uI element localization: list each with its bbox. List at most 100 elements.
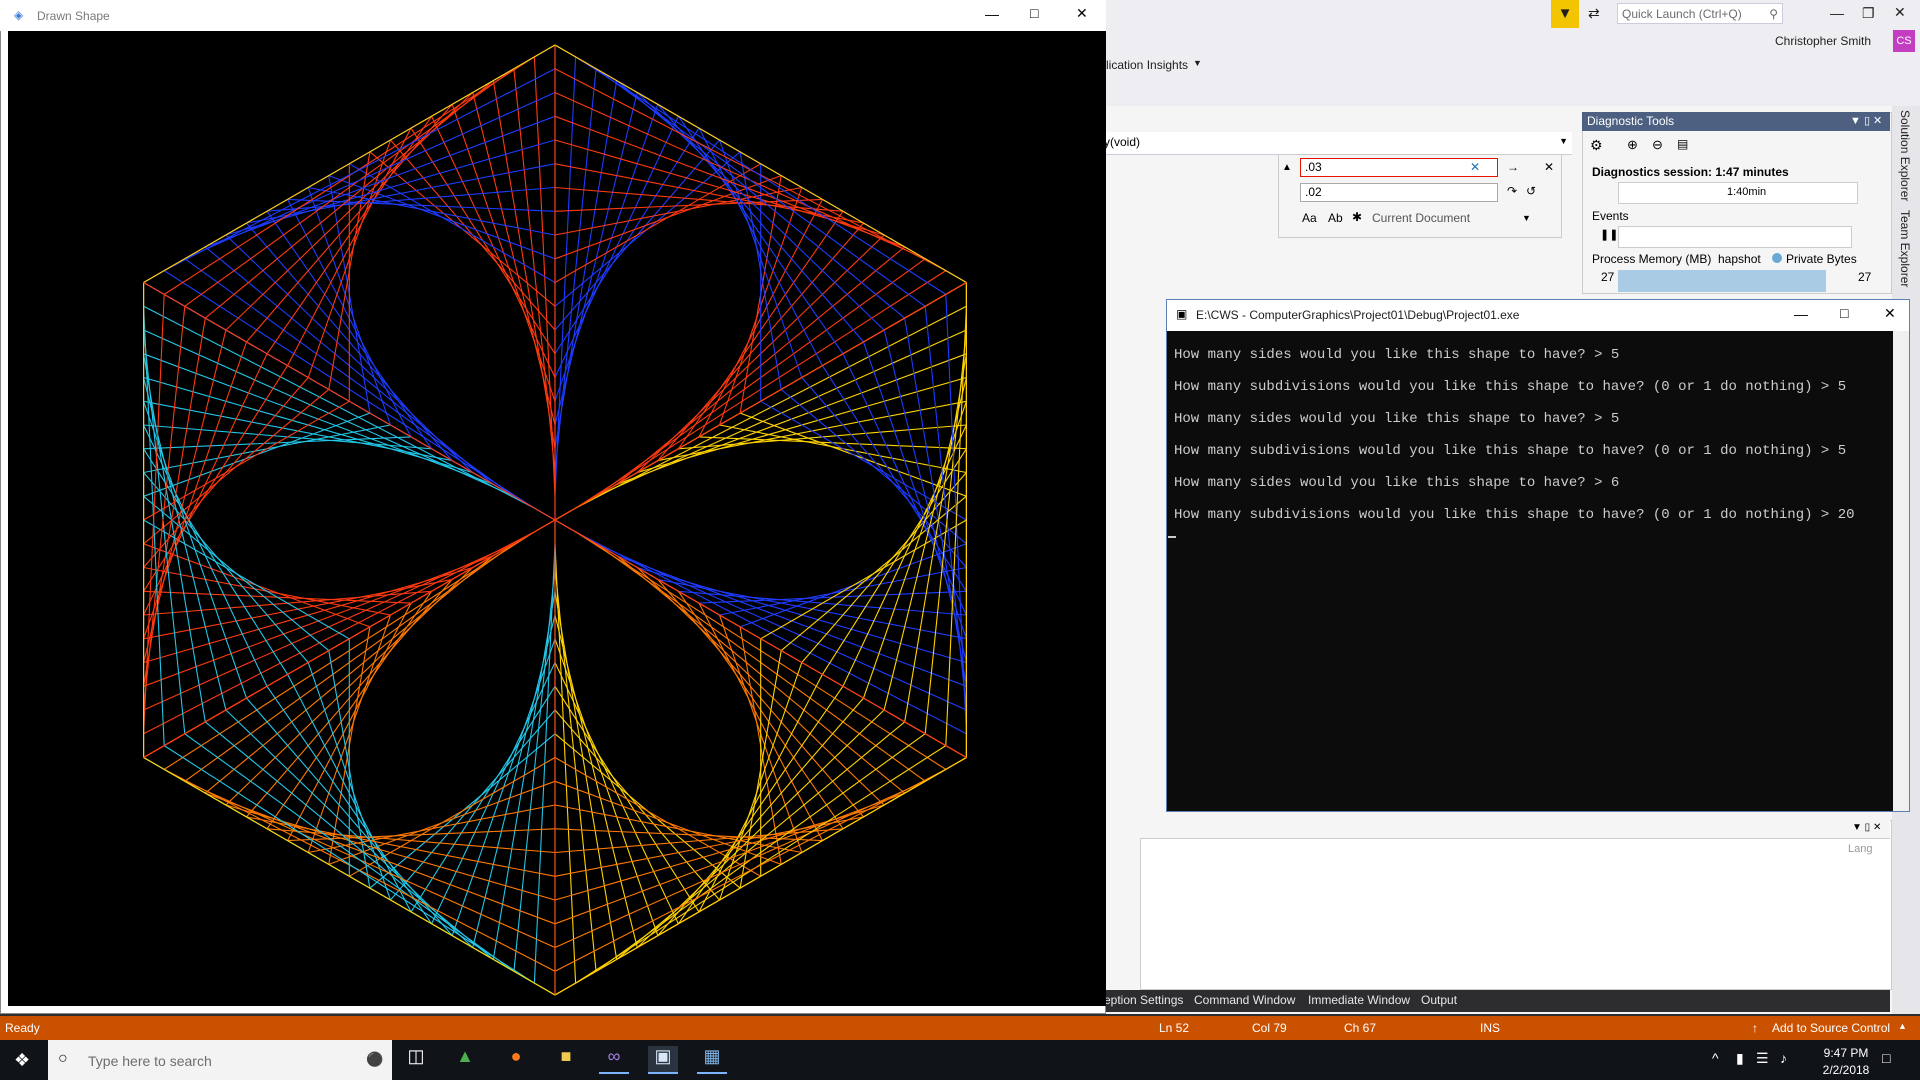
snapshot-legend: hapshot [1718,252,1761,266]
drawn-shape-titlebar[interactable]: ◈ Drawn Shape — □ ✕ [0,0,1106,31]
app-green-icon[interactable]: ▲ [450,1046,480,1074]
vs-restore-button[interactable]: ❐ [1862,5,1875,22]
notifications-icon[interactable]: □ [1882,1050,1890,1066]
vs-close-button[interactable]: ✕ [1894,4,1906,21]
status-bar: Ready Ln 52 Col 79 Ch 67 INS ↑ Add to So… [0,1016,1920,1040]
zoom-in-icon[interactable]: ⊕ [1627,137,1638,153]
shape-maximize-button[interactable]: □ [1030,5,1038,21]
visual-studio-icon[interactable]: ∞ [599,1046,629,1074]
shape-close-button[interactable]: ✕ [1076,5,1088,22]
team-explorer-tab[interactable]: Team Explorer [1898,210,1912,287]
replace-value: .02 [1305,185,1322,199]
app-icon: ◈ [14,8,24,22]
string-line [143,329,186,734]
replace-all-icon[interactable]: ↺ [1526,184,1536,198]
search-icon: ⚲ [1769,7,1778,21]
status-line: Ln 52 [1159,1021,1190,1035]
vs-minimize-button[interactable]: — [1830,5,1844,21]
add-to-source-control-button[interactable]: Add to Source Control [1772,1021,1890,1035]
quick-launch-input[interactable]: Quick Launch (Ctrl+Q) ⚲ [1617,3,1783,24]
feedback-filter-icon[interactable]: ▼ [1551,0,1579,28]
find-input[interactable]: .03 [1300,158,1498,177]
status-ready: Ready [5,1021,40,1035]
tab-exception-settings[interactable]: eption Settings [1104,993,1183,1007]
replace-input[interactable]: .02 [1300,183,1498,202]
status-column: Col 79 [1252,1021,1287,1035]
chevron-down-icon: ▼ [1522,213,1531,223]
battery-icon[interactable]: ▮ [1736,1050,1744,1067]
clock-time[interactable]: 9:47 PM [1812,1046,1880,1060]
chart-icon[interactable]: ▤ [1677,137,1688,151]
task-view-icon[interactable]: ◫ [401,1046,431,1074]
replace-next-icon[interactable]: ↷ [1507,184,1517,198]
console-app-icon: ▣ [1176,307,1188,321]
console-taskbar-icon[interactable]: ▣ [648,1046,678,1074]
console-output[interactable] [1167,331,1893,811]
close-find-icon[interactable]: ✕ [1544,160,1554,174]
app-insights-button[interactable]: lication Insights [1106,58,1188,72]
events-track [1618,226,1852,248]
console-scrollbar[interactable] [1893,331,1909,811]
match-case-button[interactable]: Aa [1302,211,1317,225]
solution-explorer-tab[interactable]: Solution Explorer [1898,110,1912,201]
collapse-icon[interactable]: ▲ [1282,162,1292,173]
microphone-icon[interactable]: ⚫ [366,1051,383,1068]
function-navigation-bar[interactable]: y(void) ▼ [1100,132,1572,155]
status-insert-mode: INS [1480,1021,1501,1035]
share-icon[interactable]: ⇄ [1588,5,1600,22]
windows-start-icon[interactable]: ❖ [14,1050,30,1071]
search-scope-select[interactable]: Current Document [1372,211,1470,225]
string-art-figure [143,44,967,996]
firefox-icon[interactable]: ● [501,1046,531,1074]
console-minimize-button[interactable]: — [1794,306,1808,322]
tab-output[interactable]: Output [1421,993,1457,1007]
zoom-out-icon[interactable]: ⊖ [1652,137,1663,153]
console-line: How many sides would you like this shape… [1174,411,1620,427]
clear-icon[interactable]: ✕ [1470,160,1480,174]
memory-axis-left: 27 [1601,270,1615,284]
network-icon[interactable]: ☰ [1756,1050,1769,1067]
string-line [554,768,947,972]
pin-icon[interactable]: ▼ ▯ ✕ [1850,114,1882,127]
console-close-button[interactable]: ✕ [1884,305,1896,322]
tab-immediate-window[interactable]: Immediate Window [1308,993,1410,1007]
tab-command-window[interactable]: Command Window [1194,993,1295,1007]
memory-graph [1618,270,1826,292]
diagnostic-timeline[interactable]: 1:40min [1618,182,1858,204]
upload-arrow-icon: ↑ [1752,1021,1758,1035]
user-avatar[interactable]: CS [1893,30,1915,52]
string-line [924,306,967,711]
pane-controls-icon[interactable]: ▼ ▯ ✕ [1852,822,1881,833]
console-line: How many subdivisions would you like thi… [1174,443,1847,459]
find-next-icon[interactable]: → [1507,160,1519,174]
shape-minimize-button[interactable]: — [985,6,999,22]
vs-title-area [1100,0,1920,106]
pause-icon[interactable]: ❚❚ [1600,228,1618,241]
string-line [205,115,556,248]
file-explorer-icon[interactable]: ■ [551,1046,581,1074]
clock-date[interactable]: 2/2/2018 [1812,1063,1880,1077]
string-line [163,68,556,272]
tray-chevron-up-icon[interactable]: ^ [1712,1050,1719,1066]
string-line [554,780,926,949]
console-line: How many sides would you like this shape… [1174,475,1620,491]
regex-icon[interactable]: ✱ [1352,210,1362,224]
string-line [554,115,905,248]
drawn-shape-taskbar-icon[interactable]: ▦ [697,1046,727,1074]
whole-word-button[interactable]: Ab [1328,211,1343,225]
user-name[interactable]: Christopher Smith [1775,34,1871,48]
console-title: E:\CWS - ComputerGraphics\Project01\Debu… [1196,308,1520,322]
settings-gear-icon[interactable]: ⚙ [1590,137,1603,154]
events-section[interactable]: Events [1592,209,1629,223]
volume-icon[interactable]: ♪ [1780,1050,1787,1066]
console-line: How many subdivisions would you like thi… [1174,379,1847,395]
lang-column-header: Lang [1848,843,1873,855]
console-maximize-button[interactable]: □ [1840,305,1848,321]
console-titlebar[interactable]: ▣ E:\CWS - ComputerGraphics\Project01\De… [1168,300,1908,330]
process-memory-section[interactable]: Process Memory (MB) [1592,252,1711,266]
string-line [924,329,967,734]
string-line [554,792,905,925]
taskbar-search-box[interactable]: ○ Type here to search ⚫ [48,1040,392,1080]
find-value: .03 [1305,160,1322,174]
console-line: How many sides would you like this shape… [1174,347,1620,363]
